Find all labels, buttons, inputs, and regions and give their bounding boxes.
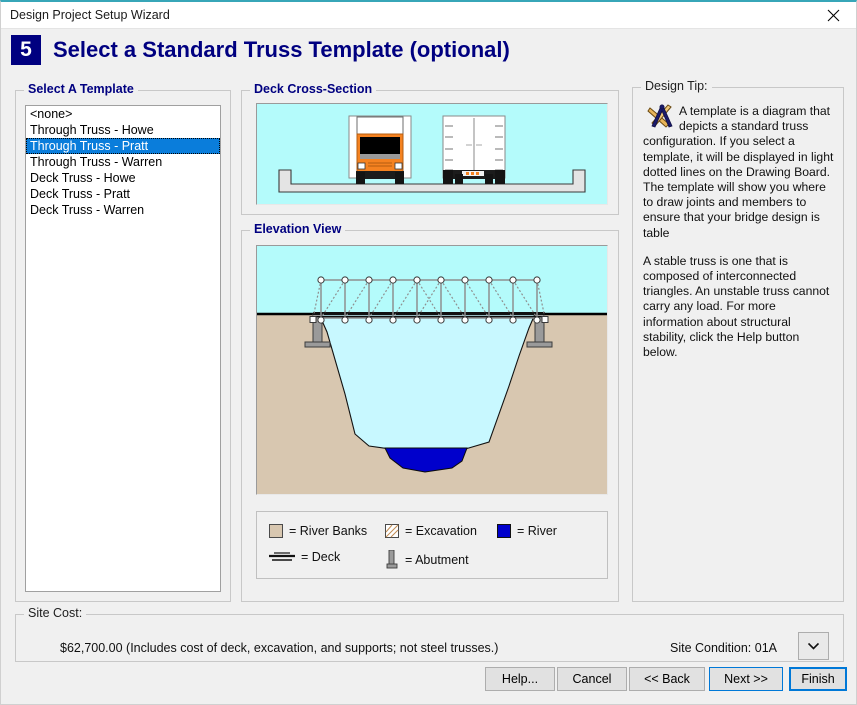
list-item[interactable]: <none> <box>26 106 220 122</box>
deck-cross-section-group: Deck Cross-Section <box>241 82 619 215</box>
elevation-view-image <box>256 245 608 495</box>
truck-front-view <box>348 115 412 184</box>
excavation-swatch <box>385 524 399 538</box>
design-tip-group: Design Tip: A template is a diagram that… <box>632 79 844 602</box>
truck-rear-view <box>442 115 506 184</box>
site-condition-value: Site Condition: 01A <box>669 641 777 655</box>
help-button[interactable]: Help... <box>485 667 555 691</box>
close-button[interactable] <box>811 2 856 28</box>
legend-label: = Abutment <box>405 553 469 567</box>
title-bar: Design Project Setup Wizard <box>1 2 856 29</box>
elevation-view-group: Elevation View = River Banks = Excavatio… <box>241 222 619 602</box>
select-template-label: Select A Template <box>24 82 138 96</box>
list-item[interactable]: Through Truss - Howe <box>26 122 220 138</box>
legend-label: = River <box>517 524 557 538</box>
deck-cross-section-label: Deck Cross-Section <box>250 82 377 96</box>
wizard-window: Design Project Setup Wizard 5 Select a S… <box>0 0 857 705</box>
list-item[interactable]: Through Truss - Warren <box>26 154 220 170</box>
site-cost-label: Site Cost: <box>24 606 87 620</box>
next-button[interactable]: Next >> <box>709 667 783 691</box>
legend-item-deck: = Deck <box>269 550 340 564</box>
design-tip-paragraph-2: A stable truss is one that is composed o… <box>643 253 830 360</box>
legend-label: = River Banks <box>289 524 368 538</box>
list-item[interactable]: Deck Truss - Howe <box>26 170 220 186</box>
list-item[interactable]: Deck Truss - Warren <box>26 202 220 218</box>
legend-label: = Deck <box>301 550 341 564</box>
close-icon <box>827 9 840 21</box>
deck-cross-section-drawing <box>257 104 607 204</box>
list-item-selected[interactable]: Through Truss - Pratt <box>26 138 220 154</box>
abutment-swatch <box>385 550 399 570</box>
deck-swatch <box>269 550 295 564</box>
wizard-button-row: Help... Cancel << Back Next >> Finish <box>1 667 856 697</box>
chevron-down-icon <box>808 642 819 650</box>
finish-button[interactable]: Finish <box>789 667 847 691</box>
drafting-square-compass-icon <box>647 104 675 130</box>
elevation-view-drawing <box>257 246 607 494</box>
legend-label: = Excavation <box>405 524 477 538</box>
page-header: 5 Select a Standard Truss Template (opti… <box>1 29 856 69</box>
legend-item-abutment: = Abutment <box>385 550 469 570</box>
select-template-group: Select A Template <none> Through Truss -… <box>15 82 231 602</box>
list-item[interactable]: Deck Truss - Pratt <box>26 186 220 202</box>
site-condition-dropdown-button[interactable] <box>798 632 829 660</box>
back-button[interactable]: << Back <box>629 667 705 691</box>
page-title: Select a Standard Truss Template (option… <box>53 37 510 62</box>
river-banks-swatch <box>269 524 283 538</box>
legend-box: = River Banks = Excavation = River = Dec… <box>256 511 608 579</box>
legend-item-river: = River <box>497 524 557 538</box>
site-cost-group: Site Cost: $62,700.00 (Includes cost of … <box>15 606 844 662</box>
window-title: Design Project Setup Wizard <box>10 8 170 22</box>
step-number-badge: 5 <box>11 35 41 65</box>
deck-cross-section-image <box>256 103 608 205</box>
design-tip-label: Design Tip: <box>641 79 712 93</box>
elevation-view-label: Elevation View <box>250 222 346 236</box>
cancel-button[interactable]: Cancel <box>557 667 627 691</box>
legend-item-river-banks: = River Banks <box>269 524 367 538</box>
legend-item-excavation: = Excavation <box>385 524 477 538</box>
template-listbox[interactable]: <none> Through Truss - Howe Through Trus… <box>25 105 221 592</box>
design-tip-text: A template is a diagram that depicts a s… <box>643 104 835 360</box>
site-cost-amount: $62,700.00 (Includes cost of deck, excav… <box>60 641 499 655</box>
river-swatch <box>497 524 511 538</box>
